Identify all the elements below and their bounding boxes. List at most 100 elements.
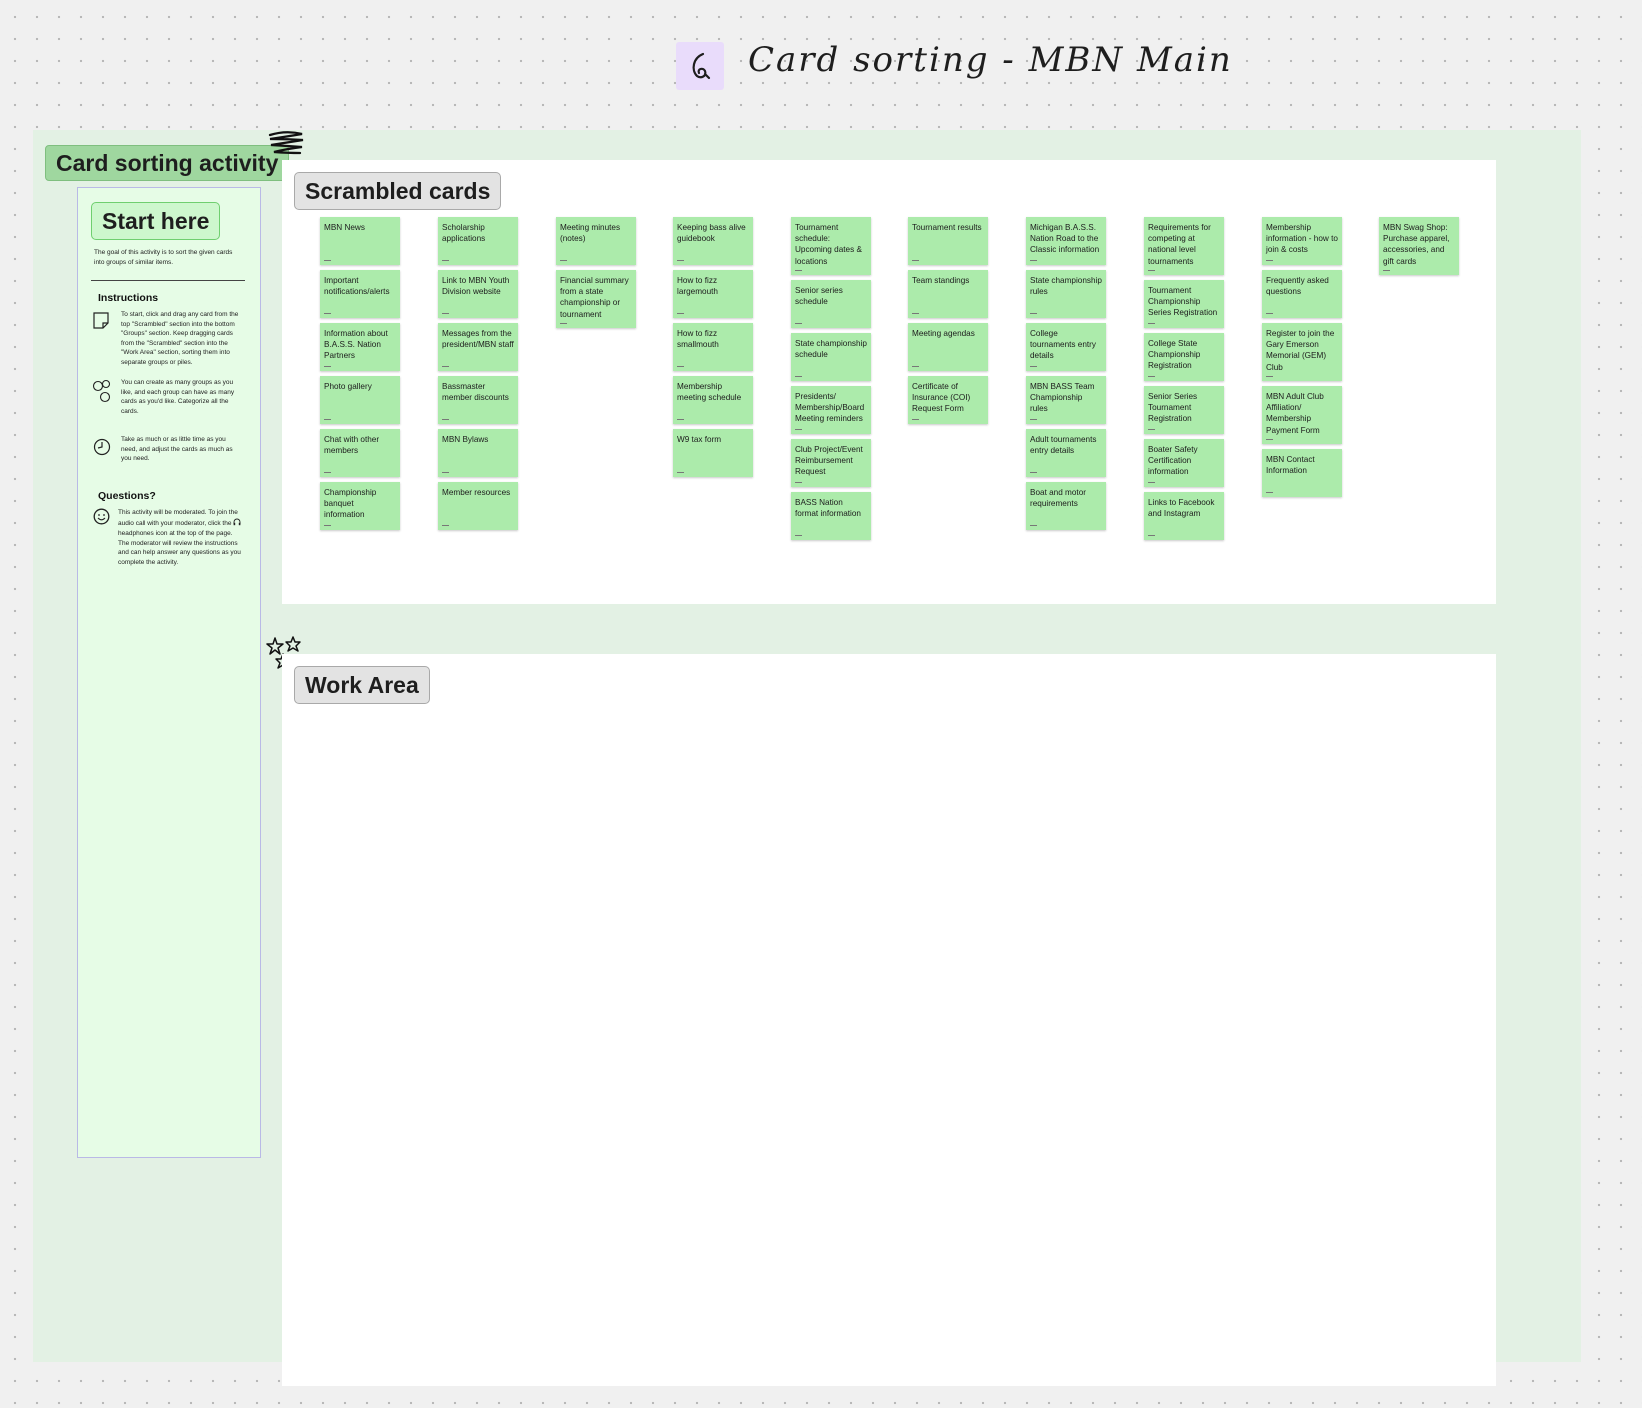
card-author-mark — [324, 525, 331, 526]
work-area-label[interactable]: Work Area — [294, 666, 430, 704]
sticky-note-card[interactable]: Club Project/Event Reimbursement Request — [791, 439, 871, 487]
card-author-mark — [442, 419, 449, 420]
card-author-mark — [442, 366, 449, 367]
headphones-icon[interactable] — [233, 518, 241, 530]
sticky-note-card[interactable]: Link to MBN Youth Division website — [438, 270, 518, 318]
sticky-note-card[interactable]: College State Championship Registration — [1144, 333, 1224, 381]
sticky-note-card[interactable]: Adult tournaments entry details — [1026, 429, 1106, 477]
sticky-note-card[interactable]: Member resources — [438, 482, 518, 530]
work-area-frame[interactable] — [282, 654, 1496, 1386]
card-author-mark — [560, 323, 567, 324]
sticky-note-card[interactable]: Financial summary from a state champions… — [556, 270, 636, 328]
goal-text: The goal of this activity is to sort the… — [94, 249, 233, 266]
sticky-note-card[interactable]: Boater Safety Certification information — [1144, 439, 1224, 487]
board-title[interactable]: Card sorting - MBN Main — [748, 40, 1233, 80]
sticky-note-card[interactable]: MBN News — [320, 217, 400, 265]
sticky-note-card[interactable]: Membership information - how to join & c… — [1262, 217, 1342, 265]
sticky-note-card[interactable]: Chat with other members — [320, 429, 400, 477]
card-author-mark — [324, 260, 331, 261]
sticky-note-card[interactable]: MBN Contact Information — [1262, 449, 1342, 497]
sticky-note-card[interactable]: Senior series schedule — [791, 280, 871, 328]
card-author-mark — [1030, 366, 1037, 367]
card-author-mark — [677, 366, 684, 367]
divider — [91, 280, 245, 281]
sticky-note-card[interactable]: MBN BASS Team Championship rules — [1026, 376, 1106, 424]
card-author-mark — [1383, 270, 1390, 271]
sticky-note-card[interactable]: MBN Adult Club Affiliation/ Membership P… — [1262, 386, 1342, 444]
sticky-note-card[interactable]: Frequently asked questions — [1262, 270, 1342, 318]
card-author-mark — [1148, 429, 1155, 430]
card-author-mark — [1266, 492, 1273, 493]
card-author-mark — [795, 376, 802, 377]
card-author-mark — [1148, 535, 1155, 536]
sticky-note-card[interactable]: Scholarship applications — [438, 217, 518, 265]
section-label[interactable]: Card sorting activity — [45, 145, 290, 181]
questions-text-before: This activity will be moderated. To join… — [118, 509, 238, 527]
sticky-note-card[interactable]: MBN Swag Shop: Purchase apparel, accesso… — [1379, 217, 1459, 275]
card-author-mark — [1148, 376, 1155, 377]
shapes-icon — [92, 379, 112, 408]
card-author-mark — [1030, 472, 1037, 473]
sticky-note-card[interactable]: Messages from the president/MBN staff — [438, 323, 518, 371]
sticky-note-card[interactable]: Championship banquet information — [320, 482, 400, 530]
sticky-note-card[interactable]: Certificate of Insurance (COI) Request F… — [908, 376, 988, 424]
sticky-note-card[interactable]: Meeting minutes (notes) — [556, 217, 636, 265]
sticky-note-card[interactable]: W9 tax form — [673, 429, 753, 477]
sticky-note-card[interactable]: How to fizz largemouth — [673, 270, 753, 318]
sticky-note-card[interactable]: Information about B.A.S.S. Nation Partne… — [320, 323, 400, 371]
sticky-note-card[interactable]: Tournament results — [908, 217, 988, 265]
sticky-note-card[interactable]: Links to Facebook and Instagram — [1144, 492, 1224, 540]
card-author-mark — [1266, 260, 1273, 261]
card-author-mark — [912, 313, 919, 314]
board-logo-icon[interactable] — [676, 42, 724, 90]
instruction-text-1: To start, click and drag any card from t… — [121, 311, 239, 366]
card-author-mark — [1030, 525, 1037, 526]
sticky-note-card[interactable]: Bassmaster member discounts — [438, 376, 518, 424]
card-author-mark — [795, 535, 802, 536]
sticky-note-card[interactable]: Tournament Championship Series Registrat… — [1144, 280, 1224, 328]
instruction-text-3: Take as much or as little time as you ne… — [121, 436, 233, 462]
card-author-mark — [442, 525, 449, 526]
sticky-note-card[interactable]: State championship rules — [1026, 270, 1106, 318]
sticky-note-card[interactable]: Requirements for competing at national l… — [1144, 217, 1224, 275]
card-author-mark — [1030, 313, 1037, 314]
card-author-mark — [442, 472, 449, 473]
sticky-note-card[interactable]: How to fizz smallmouth — [673, 323, 753, 371]
clock-icon — [93, 438, 111, 461]
card-author-mark — [912, 366, 919, 367]
card-author-mark — [1266, 376, 1273, 377]
sticky-note-card[interactable]: Team standings — [908, 270, 988, 318]
card-author-mark — [560, 260, 567, 261]
sticky-note-card[interactable]: Meeting agendas — [908, 323, 988, 371]
sticky-note-card[interactable]: Senior Series Tournament Registration — [1144, 386, 1224, 434]
card-author-mark — [442, 313, 449, 314]
sticky-note-card[interactable]: Photo gallery — [320, 376, 400, 424]
sticky-note-card[interactable]: Register to join the Gary Emerson Memori… — [1262, 323, 1342, 381]
card-author-mark — [1030, 260, 1037, 261]
card-author-mark — [1148, 482, 1155, 483]
sticky-note-card[interactable]: Boat and motor requirements — [1026, 482, 1106, 530]
sticky-note-card[interactable]: Important notifications/alerts — [320, 270, 400, 318]
sticky-note-card[interactable]: BASS Nation format information — [791, 492, 871, 540]
sticky-note-card[interactable]: Tournament schedule: Upcoming dates & lo… — [791, 217, 871, 275]
scrambled-cards-label[interactable]: Scrambled cards — [294, 172, 502, 210]
card-author-mark — [324, 366, 331, 367]
questions-text: This activity will be moderated. To join… — [118, 508, 243, 567]
sticky-note-card[interactable]: MBN Bylaws — [438, 429, 518, 477]
sticky-note-card[interactable]: Keeping bass alive guidebook — [673, 217, 753, 265]
instructions-heading: Instructions — [98, 292, 159, 304]
sticky-note-card[interactable]: Membership meeting schedule — [673, 376, 753, 424]
card-author-mark — [442, 260, 449, 261]
start-here-label[interactable]: Start here — [91, 202, 221, 240]
sticky-note-card[interactable]: Michigan B.A.S.S. Nation Road to the Cla… — [1026, 217, 1106, 265]
instruction-text-2: You can create as many groups as you lik… — [121, 379, 235, 415]
card-author-mark — [324, 313, 331, 314]
card-author-mark — [795, 270, 802, 271]
sticky-note-card[interactable]: State championship schedule — [791, 333, 871, 381]
sticky-note-card[interactable]: Presidents/ Membership/Board Meeting rem… — [791, 386, 871, 434]
card-author-mark — [1030, 419, 1037, 420]
card-author-mark — [1266, 439, 1273, 440]
card-author-mark — [677, 260, 684, 261]
sticky-note-card[interactable]: College tournaments entry details — [1026, 323, 1106, 371]
card-author-mark — [677, 313, 684, 314]
